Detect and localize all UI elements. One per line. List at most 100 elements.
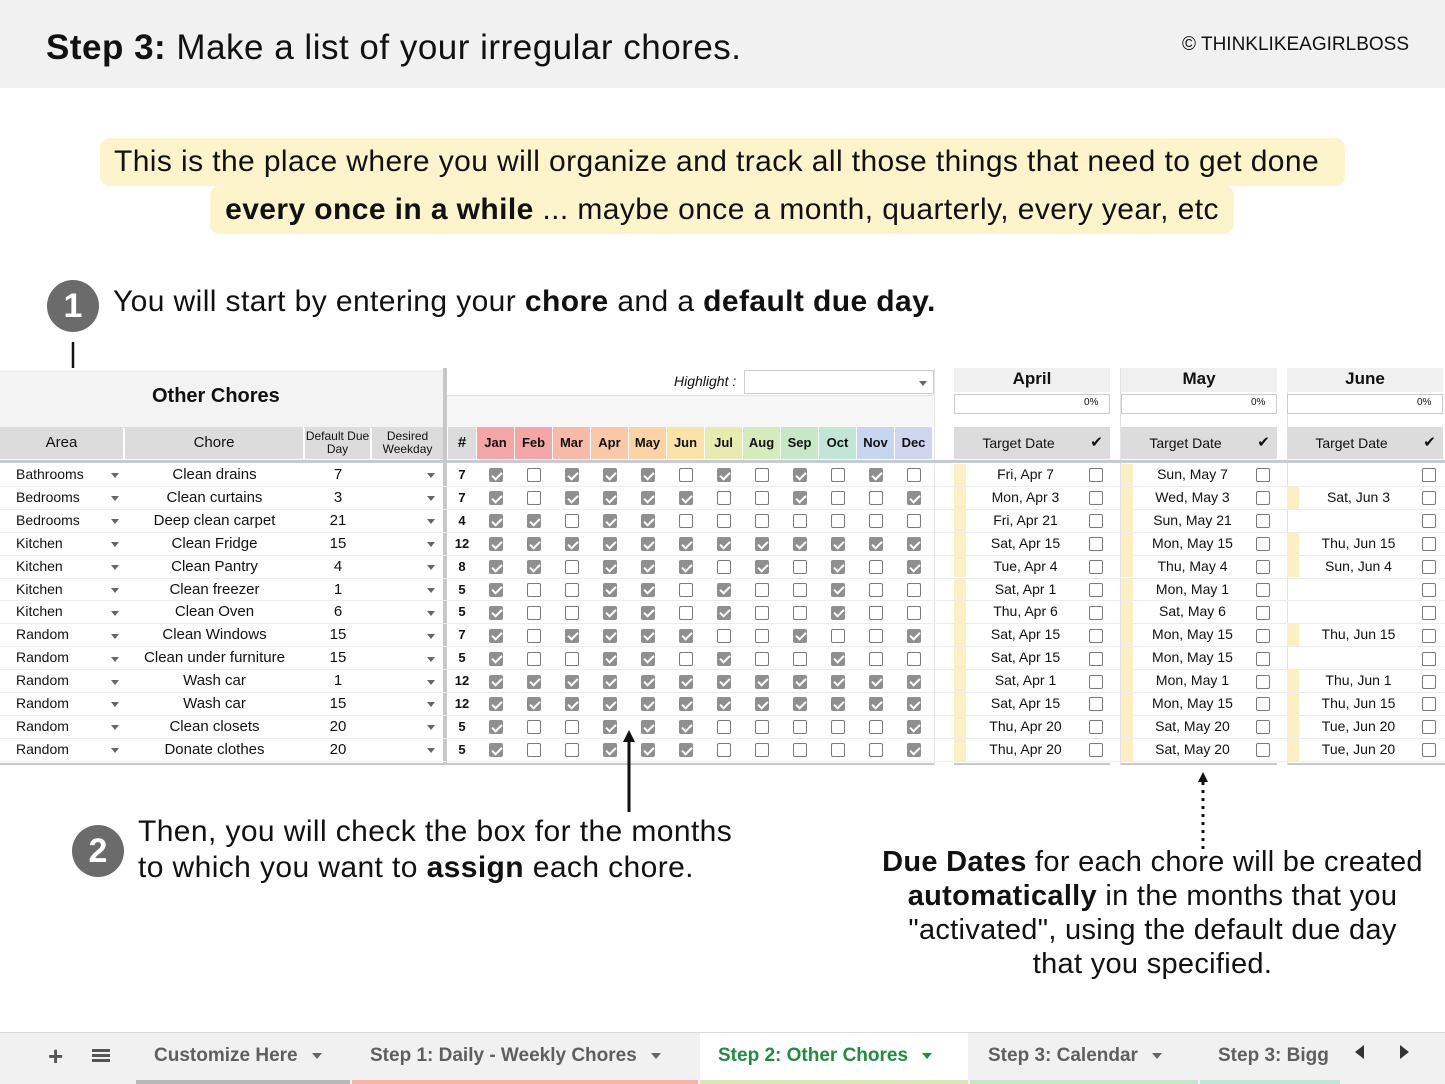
month-checkbox-jan[interactable] — [489, 651, 503, 666]
month-checkbox-feb[interactable] — [527, 697, 541, 712]
month-checkbox-may[interactable] — [641, 582, 655, 597]
month-checkbox-jun[interactable] — [679, 651, 693, 666]
month-checkbox-may[interactable] — [641, 514, 655, 529]
month-checkbox-jun[interactable] — [679, 720, 693, 735]
month-checkbox-may[interactable] — [641, 537, 655, 552]
done-checkbox[interactable] — [1089, 743, 1103, 758]
done-checkbox[interactable] — [1256, 560, 1270, 575]
month-checkbox-apr[interactable] — [603, 628, 617, 643]
done-checkbox[interactable] — [1422, 651, 1436, 666]
month-checkbox-may[interactable] — [641, 491, 655, 506]
month-checkbox-oct[interactable] — [831, 468, 845, 483]
month-checkbox-may[interactable] — [641, 697, 655, 712]
month-checkbox-jul[interactable] — [717, 720, 731, 735]
done-checkbox[interactable] — [1089, 720, 1103, 735]
weekday-dropdown[interactable] — [427, 496, 435, 502]
month-checkbox-sep[interactable] — [793, 743, 807, 758]
month-checkbox-dec[interactable] — [907, 491, 921, 506]
month-checkbox-jun[interactable] — [679, 743, 693, 758]
month-checkbox-mar[interactable] — [565, 582, 579, 597]
sheet-tab-4[interactable]: Step 3: Calendar — [970, 1033, 1198, 1084]
month-checkbox-dec[interactable] — [907, 582, 921, 597]
month-checkbox-nov[interactable] — [869, 651, 883, 666]
done-checkbox[interactable] — [1089, 651, 1103, 666]
month-checkbox-jun[interactable] — [679, 560, 693, 575]
month-checkbox-aug[interactable] — [755, 697, 769, 712]
due-day-cell[interactable]: 15 — [305, 649, 371, 666]
month-checkbox-apr[interactable] — [603, 514, 617, 529]
month-checkbox-dec[interactable] — [907, 651, 921, 666]
month-checkbox-jan[interactable] — [489, 743, 503, 758]
done-checkbox[interactable] — [1256, 514, 1270, 529]
highlight-dropdown[interactable] — [744, 370, 934, 394]
month-checkbox-jan[interactable] — [489, 560, 503, 575]
due-day-cell[interactable]: 1 — [305, 672, 371, 689]
month-checkbox-feb[interactable] — [527, 651, 541, 666]
month-checkbox-may[interactable] — [641, 468, 655, 483]
month-checkbox-jul[interactable] — [717, 605, 731, 620]
month-checkbox-jul[interactable] — [717, 514, 731, 529]
month-checkbox-aug[interactable] — [755, 674, 769, 689]
done-checkbox[interactable] — [1256, 628, 1270, 643]
month-checkbox-mar[interactable] — [565, 628, 579, 643]
sheet-tab-2[interactable]: Step 1: Daily - Weekly Chores — [352, 1033, 698, 1084]
chevron-right-icon[interactable] — [1400, 1045, 1409, 1059]
done-checkbox[interactable] — [1089, 560, 1103, 575]
month-checkbox-jan[interactable] — [489, 491, 503, 506]
area-dropdown[interactable] — [111, 748, 119, 754]
month-checkbox-mar[interactable] — [565, 720, 579, 735]
done-checkbox[interactable] — [1256, 697, 1270, 712]
month-checkbox-nov[interactable] — [869, 468, 883, 483]
month-checkbox-apr[interactable] — [603, 743, 617, 758]
month-checkbox-may[interactable] — [641, 651, 655, 666]
month-checkbox-aug[interactable] — [755, 537, 769, 552]
month-checkbox-dec[interactable] — [907, 514, 921, 529]
month-checkbox-jan[interactable] — [489, 514, 503, 529]
weekday-dropdown[interactable] — [427, 565, 435, 571]
month-checkbox-aug[interactable] — [755, 582, 769, 597]
due-day-cell[interactable]: 20 — [305, 718, 371, 735]
month-checkbox-jun[interactable] — [679, 582, 693, 597]
month-checkbox-mar[interactable] — [565, 514, 579, 529]
area-dropdown[interactable] — [111, 496, 119, 502]
month-checkbox-oct[interactable] — [831, 582, 845, 597]
done-checkbox[interactable] — [1422, 697, 1436, 712]
month-checkbox-mar[interactable] — [565, 674, 579, 689]
month-checkbox-jun[interactable] — [679, 491, 693, 506]
month-checkbox-sep[interactable] — [793, 720, 807, 735]
month-checkbox-mar[interactable] — [565, 560, 579, 575]
month-checkbox-mar[interactable] — [565, 468, 579, 483]
month-checkbox-may[interactable] — [641, 674, 655, 689]
month-checkbox-mar[interactable] — [565, 537, 579, 552]
month-checkbox-feb[interactable] — [527, 743, 541, 758]
plus-icon[interactable]: + — [48, 1041, 63, 1072]
due-day-cell[interactable]: 7 — [305, 466, 371, 483]
month-checkbox-jul[interactable] — [717, 628, 731, 643]
month-checkbox-mar[interactable] — [565, 651, 579, 666]
month-checkbox-dec[interactable] — [907, 628, 921, 643]
done-checkbox[interactable] — [1422, 537, 1436, 552]
month-checkbox-nov[interactable] — [869, 720, 883, 735]
done-checkbox[interactable] — [1089, 468, 1103, 483]
month-checkbox-mar[interactable] — [565, 743, 579, 758]
month-checkbox-jan[interactable] — [489, 697, 503, 712]
month-checkbox-jun[interactable] — [679, 537, 693, 552]
month-checkbox-feb[interactable] — [527, 605, 541, 620]
month-checkbox-jan[interactable] — [489, 537, 503, 552]
month-checkbox-jul[interactable] — [717, 697, 731, 712]
month-checkbox-may[interactable] — [641, 605, 655, 620]
month-checkbox-apr[interactable] — [603, 651, 617, 666]
month-checkbox-oct[interactable] — [831, 674, 845, 689]
done-checkbox[interactable] — [1256, 743, 1270, 758]
weekday-dropdown[interactable] — [427, 656, 435, 662]
sheet-tab-1[interactable]: Customize Here — [136, 1033, 350, 1084]
sheet-tab-3[interactable]: Step 2: Other Chores — [700, 1033, 968, 1084]
done-checkbox[interactable] — [1422, 674, 1436, 689]
month-checkbox-feb[interactable] — [527, 674, 541, 689]
month-checkbox-oct[interactable] — [831, 651, 845, 666]
month-checkbox-feb[interactable] — [527, 468, 541, 483]
area-dropdown[interactable] — [111, 565, 119, 571]
month-checkbox-nov[interactable] — [869, 674, 883, 689]
list-icon[interactable] — [92, 1049, 110, 1065]
month-checkbox-jun[interactable] — [679, 628, 693, 643]
